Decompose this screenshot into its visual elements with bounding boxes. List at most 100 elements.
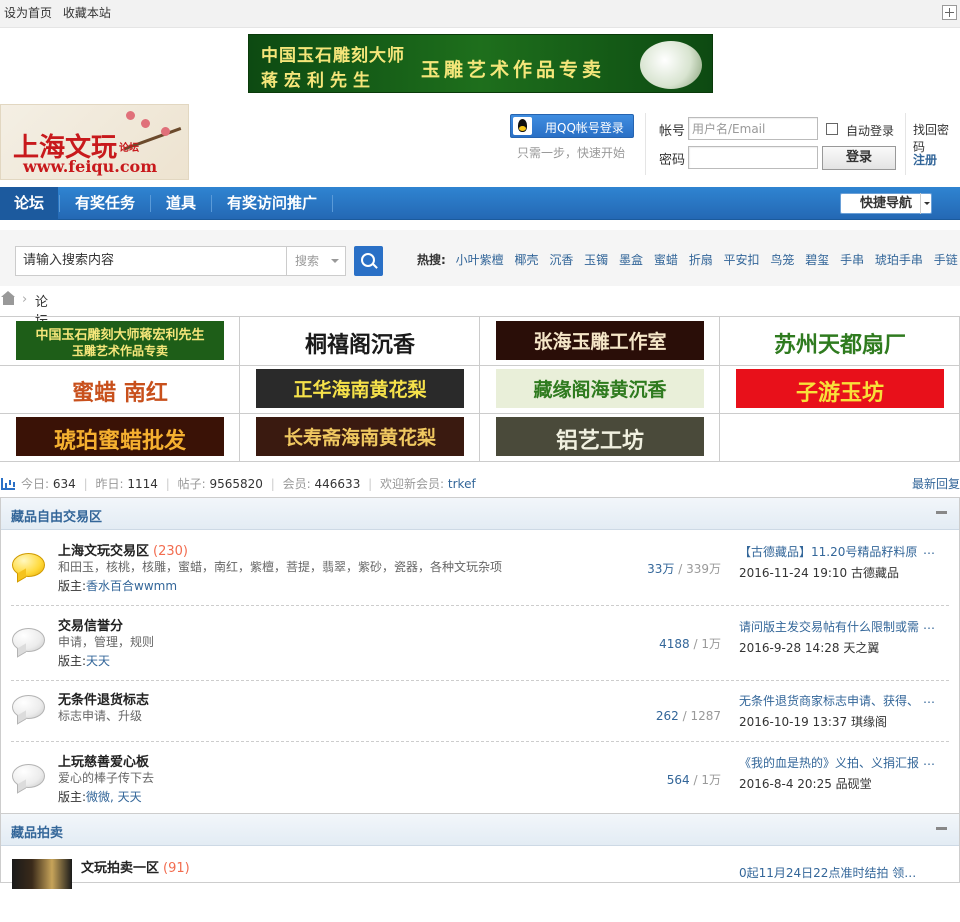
ad-cell[interactable]: 蜜蜡 南红 bbox=[0, 365, 240, 414]
register-link[interactable]: 注册 bbox=[913, 151, 937, 168]
ad-cell[interactable]: 苏州天都扇厂 bbox=[720, 317, 960, 366]
chevron-down-icon[interactable] bbox=[920, 193, 932, 214]
hot-search-link[interactable]: 玉镯 bbox=[584, 253, 608, 267]
password-input[interactable] bbox=[688, 146, 818, 169]
ad-cell[interactable]: 桐禧阁沉香 bbox=[240, 317, 480, 366]
forum-row: 上海文玩交易区 (230) 和田玉，核桃，核雕，蜜蜡，南红，紫檀，菩提，翡翠，紫砂，… bbox=[1, 531, 959, 606]
set-home-link[interactable]: 设为首页 bbox=[4, 0, 52, 26]
hot-search-link[interactable]: 手串 bbox=[840, 253, 864, 267]
site-logo[interactable]: 上海文玩 论坛 www.feiqu.com bbox=[0, 104, 189, 180]
hot-search-link[interactable]: 手链 bbox=[934, 253, 958, 267]
ad-banner[interactable]: 正华海南黄花梨 bbox=[256, 369, 464, 408]
nav-item-promotion[interactable]: 有奖访问推广 bbox=[213, 187, 331, 220]
ad-cell[interactable]: 琥珀蜜蜡批发 bbox=[0, 413, 240, 462]
ad-cell[interactable]: 藏缘阁海黄沉香 bbox=[480, 365, 720, 414]
ad-cell[interactable]: 正华海南黄花梨 bbox=[240, 365, 480, 414]
hot-search-link[interactable]: 琥珀手串 bbox=[875, 253, 923, 267]
moderator-link[interactable]: 微微, 天天 bbox=[86, 790, 142, 804]
section-title[interactable]: 藏品自由交易区 bbox=[11, 506, 102, 525]
last-post-more[interactable]: … bbox=[923, 543, 935, 557]
nav-item-tasks[interactable]: 有奖任务 bbox=[61, 187, 149, 220]
moderator-link[interactable]: 香水百合wwmm bbox=[86, 579, 177, 593]
forum-counts: 262 / 1287 bbox=[656, 709, 721, 723]
login-divider bbox=[905, 113, 906, 175]
forum-moderators: 版主:天天 bbox=[58, 652, 110, 669]
nav-item-forum[interactable]: 论坛 bbox=[0, 187, 59, 220]
hot-search-link[interactable]: 蜜蜡 bbox=[654, 253, 678, 267]
ad-banner[interactable]: 桐禧阁沉香 bbox=[256, 321, 464, 360]
forum-name[interactable]: 交易信誉分 bbox=[58, 615, 127, 634]
hot-search-link[interactable]: 墨盒 bbox=[619, 253, 643, 267]
bookmark-link[interactable]: 收藏本站 bbox=[63, 0, 111, 26]
ad-banner[interactable]: 子游玉坊 bbox=[736, 369, 944, 408]
last-post-title[interactable]: 【古德藏品】11.20号精品籽料原 bbox=[739, 543, 923, 560]
hot-search-link[interactable]: 沉香 bbox=[549, 253, 573, 267]
auto-login-checkbox[interactable] bbox=[826, 123, 838, 135]
forum-name[interactable]: 无条件退货标志 bbox=[58, 689, 153, 708]
ad-cell[interactable]: 铝艺工坊 bbox=[480, 413, 720, 462]
forum-status-icon[interactable] bbox=[12, 628, 45, 655]
nav-item-props[interactable]: 道具 bbox=[152, 187, 210, 220]
last-post-more[interactable]: … bbox=[923, 618, 935, 632]
search-type-select[interactable]: 搜索 bbox=[286, 246, 346, 276]
collapse-icon[interactable] bbox=[936, 827, 947, 830]
hot-search-link[interactable]: 碧玺 bbox=[805, 253, 829, 267]
hot-search-link[interactable]: 小叶紫檀 bbox=[456, 253, 504, 267]
top-banner-ad[interactable]: 中国玉石雕刻大师 蒋宏利先生 玉雕艺术作品专卖 bbox=[248, 34, 713, 93]
quick-nav-button[interactable]: 快捷导航 bbox=[840, 193, 932, 214]
ad-cell[interactable]: 张海玉雕工作室 bbox=[480, 317, 720, 366]
ad-banner[interactable]: 中国玉石雕刻大师蒋宏利先生 玉雕艺术作品专卖 bbox=[16, 321, 224, 360]
ad-banner[interactable]: 苏州天都扇厂 bbox=[736, 321, 944, 360]
last-post-title[interactable]: 请问版主发交易帖有什么限制或需 bbox=[739, 618, 923, 635]
last-post-more[interactable]: … bbox=[923, 754, 935, 768]
hot-search-link[interactable]: 椰壳 bbox=[514, 253, 538, 267]
forum-status-icon[interactable] bbox=[12, 695, 45, 722]
last-post-title[interactable]: 无条件退货商家标志申请、获得、 bbox=[739, 692, 923, 709]
forum-name[interactable]: 文玩拍卖一区 (91) bbox=[81, 857, 190, 876]
hot-search-link[interactable]: 鸟笼 bbox=[770, 253, 794, 267]
login-button[interactable]: 登录 bbox=[822, 146, 896, 170]
forgot-password-link[interactable]: 找回密码 bbox=[913, 121, 960, 155]
newest-member-link[interactable]: trkef bbox=[448, 477, 476, 491]
search-icon[interactable] bbox=[354, 246, 383, 276]
collapse-icon[interactable] bbox=[936, 511, 947, 514]
ad-cell[interactable]: 中国玉石雕刻大师蒋宏利先生 玉雕艺术作品专卖 bbox=[0, 317, 240, 366]
account-input[interactable] bbox=[688, 117, 818, 140]
ad-banner[interactable]: 蜜蜡 南红 bbox=[16, 369, 224, 408]
blossom-decoration bbox=[141, 119, 150, 128]
forum-status-icon[interactable] bbox=[12, 764, 45, 791]
hot-search-link[interactable]: 平安扣 bbox=[724, 253, 760, 267]
post-count: 339万 bbox=[686, 562, 721, 576]
ad-cell[interactable]: 长寿斋海南黄花梨 bbox=[240, 413, 480, 462]
jade-image bbox=[640, 41, 702, 89]
ad-banner[interactable]: 张海玉雕工作室 bbox=[496, 321, 704, 360]
forum-moderators: 版主:香水百合wwmm bbox=[58, 577, 177, 594]
forum-name[interactable]: 上海文玩交易区 (230) bbox=[58, 540, 188, 559]
ad-cell[interactable]: 子游玉坊 bbox=[720, 365, 960, 414]
last-post-meta: 2016-9-28 14:28 天之翼 bbox=[739, 641, 880, 655]
home-icon[interactable] bbox=[1, 291, 15, 305]
ad-banner[interactable]: 长寿斋海南黄花梨 bbox=[256, 417, 464, 456]
last-post-title[interactable]: 《我的血是热的》义拍、义捐汇报 bbox=[739, 754, 923, 771]
newest-replies-link[interactable]: 最新回复 bbox=[912, 475, 960, 492]
ad-banner[interactable]: 铝艺工坊 bbox=[496, 417, 704, 456]
forum-status-icon[interactable] bbox=[12, 553, 45, 580]
forum-name[interactable]: 上玩慈善爱心板 bbox=[58, 751, 153, 770]
search-input[interactable]: 请输入搜索内容 bbox=[15, 246, 287, 276]
hot-search-link[interactable]: 折扇 bbox=[689, 253, 713, 267]
ad-text: 中国玉石雕刻大师蒋宏利先生 bbox=[35, 328, 205, 343]
last-post-more[interactable]: … bbox=[923, 692, 935, 706]
forum-description: 申请，管理，规则 bbox=[58, 635, 155, 649]
count-separator: / bbox=[682, 709, 687, 723]
auto-login-label[interactable]: 自动登录 bbox=[846, 122, 894, 139]
qq-login-button[interactable]: 用QQ帐号登录 bbox=[510, 114, 634, 138]
ad-banner[interactable]: 琥珀蜜蜡批发 bbox=[16, 417, 224, 456]
moderator-link[interactable]: 天天 bbox=[86, 654, 110, 668]
forum-name-text: 上玩慈善爱心板 bbox=[58, 755, 150, 770]
forum-thumbnail[interactable] bbox=[12, 859, 72, 889]
logo-url: www.feiqu.com bbox=[23, 157, 158, 176]
today-label: 今日: bbox=[21, 477, 50, 491]
fullscreen-icon[interactable] bbox=[942, 5, 957, 20]
ad-banner[interactable]: 藏缘阁海黄沉香 bbox=[496, 369, 704, 408]
section-title[interactable]: 藏品拍卖 bbox=[11, 822, 63, 841]
